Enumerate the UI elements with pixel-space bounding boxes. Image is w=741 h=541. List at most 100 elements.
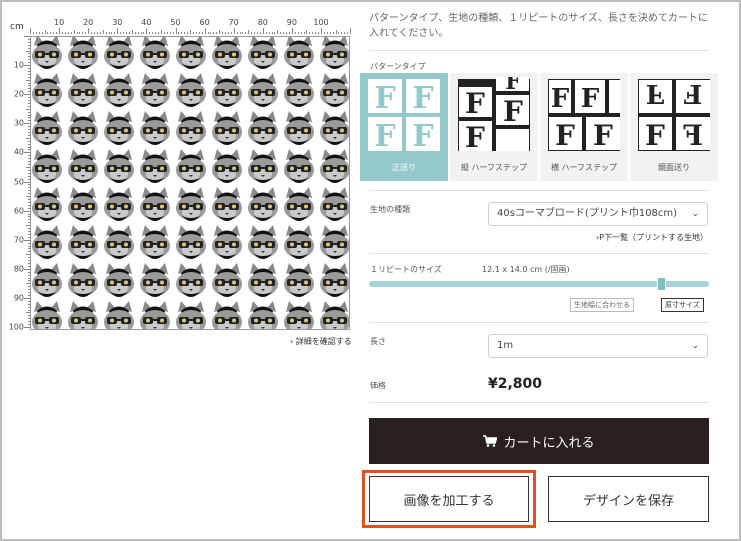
ruler-top-tick xyxy=(291,28,293,34)
ruler-top-label: 50 xyxy=(170,18,181,27)
ruler-top-tick xyxy=(277,30,279,34)
ruler-top-tick xyxy=(344,32,346,34)
cat-pattern-tile xyxy=(281,262,317,300)
svg-text:F: F xyxy=(374,119,395,153)
cat-pattern-tile xyxy=(317,186,350,224)
save-design-button[interactable]: デザインを保存 xyxy=(548,476,709,522)
repeat-size-value: 12.1 x 14.0 cm (/固画) xyxy=(482,265,570,274)
cat-pattern-tile xyxy=(245,224,281,262)
ruler-top-tick xyxy=(131,30,133,34)
cat-pattern-tile xyxy=(101,224,137,262)
ruler-top-tick xyxy=(204,28,206,34)
cat-pattern-tile xyxy=(281,72,317,110)
ruler-top-tick xyxy=(88,28,90,34)
pattern-option-label: 正送り xyxy=(392,163,416,172)
ruler-top-tick xyxy=(222,32,224,34)
ruler-top-tick xyxy=(297,32,299,34)
divider xyxy=(369,190,709,191)
cat-pattern-tile xyxy=(65,224,101,262)
cat-pattern-tile xyxy=(209,186,245,224)
cat-pattern-tile xyxy=(245,72,281,110)
add-to-cart-label: カートに入れる xyxy=(503,435,595,451)
cat-pattern-tile xyxy=(30,110,65,148)
ruler-top-tick xyxy=(79,32,81,34)
fabric-label: 生地の種類 xyxy=(370,205,410,214)
pattern-preview[interactable] xyxy=(30,36,350,330)
ruler-top-tick xyxy=(44,30,46,34)
ruler-top-tick xyxy=(53,32,55,34)
cat-pattern-tile xyxy=(209,110,245,148)
ruler-top-tick xyxy=(160,30,162,34)
cat-pattern-tile xyxy=(245,262,281,300)
ruler-top-tick xyxy=(326,32,328,34)
ruler-unit: cm xyxy=(10,22,24,32)
ruler-top-label: 30 xyxy=(112,18,123,27)
fabric-list-link[interactable]: ›P下一覧（プリントする生地） xyxy=(596,232,708,243)
pattern-option-vertical-half[interactable]: F F F F 縦 ハーフステップ xyxy=(450,73,538,181)
vertical-half-step-icon: F F F F xyxy=(458,77,530,153)
length-label: 長さ xyxy=(370,337,386,346)
cat-pattern-tile xyxy=(65,110,101,148)
ruler-top-tick xyxy=(181,32,183,34)
ruler-top-tick xyxy=(210,32,212,34)
fit-to-width-button[interactable]: 生地幅に合わせる xyxy=(570,298,634,312)
ruler-left-label: 100 xyxy=(8,322,24,332)
svg-text:F: F xyxy=(581,84,600,114)
highlight-box xyxy=(362,470,536,528)
repeat-size-slider-handle[interactable] xyxy=(657,277,667,291)
length-select[interactable]: 1m ⌄ xyxy=(488,334,708,358)
ruler-top-tick xyxy=(152,32,154,34)
ruler-top-tick xyxy=(224,32,226,34)
cat-pattern-tile xyxy=(65,300,101,330)
ruler-top-tick xyxy=(67,32,69,34)
ruler-left-label: 40 xyxy=(13,147,24,157)
ruler-top-tick xyxy=(286,32,288,34)
ruler-top-tick xyxy=(283,32,285,34)
ruler-top-tick xyxy=(318,32,320,34)
fabric-select[interactable]: 40sコーマブロード(プリント巾108cm) ⌄ xyxy=(488,202,708,226)
ruler-top-label: 90 xyxy=(286,18,297,27)
original-size-button[interactable]: 原寸サイズ xyxy=(661,298,704,312)
ruler-top-tick xyxy=(120,32,122,34)
horizontal-half-step-icon: F F F F xyxy=(548,79,621,152)
cat-pattern-tile xyxy=(30,148,65,186)
cat-pattern-tile xyxy=(209,148,245,186)
ruler-top-tick xyxy=(73,30,75,34)
ruler-top-tick xyxy=(149,32,151,34)
divider xyxy=(369,50,709,51)
ruler-left-label: 50 xyxy=(13,177,24,186)
svg-text:F: F xyxy=(505,77,521,95)
ruler-top-tick xyxy=(91,32,93,34)
pattern-option-horizontal-half[interactable]: F F F F 横 ハーフステップ xyxy=(540,73,628,181)
cat-pattern-tile xyxy=(137,148,173,186)
ruler-top-tick xyxy=(158,32,160,34)
straight-repeat-icon: F F F F xyxy=(368,79,440,153)
ruler-top-tick xyxy=(102,30,104,34)
cat-pattern-tile xyxy=(317,300,350,330)
ruler-top-tick xyxy=(315,32,317,34)
svg-text:F: F xyxy=(683,78,702,108)
ruler-left-label: 60 xyxy=(13,206,24,216)
ruler-left: 10 20 30 40 50 60 70 80 90 100 xyxy=(6,36,30,336)
add-to-cart-button[interactable]: カートに入れる xyxy=(369,418,709,464)
pattern-option-straight[interactable]: F F F F 正送り xyxy=(360,73,448,181)
cat-pattern-tile xyxy=(137,72,173,110)
svg-text:F: F xyxy=(503,95,523,128)
details-link[interactable]: › 詳細を確認する xyxy=(290,336,352,347)
ruler-top-tick xyxy=(85,32,87,34)
ruler-top-tick xyxy=(347,32,349,34)
ruler-top-tick xyxy=(146,28,148,34)
ruler-top-tick xyxy=(50,32,52,34)
cat-pattern-tile xyxy=(317,72,350,110)
pattern-option-mirror[interactable]: F F F F 鏡面送り xyxy=(630,73,718,181)
svg-text:F: F xyxy=(551,84,570,114)
ruler-top-tick xyxy=(62,32,63,34)
cat-pattern-tile xyxy=(317,148,350,186)
cat-pattern-tile xyxy=(137,186,173,224)
price-value: ¥2,800 xyxy=(488,376,543,392)
cat-pattern-tile xyxy=(245,110,281,148)
ruler-top-tick xyxy=(323,32,325,34)
ruler-top-tick xyxy=(143,32,145,34)
cat-pattern-tile xyxy=(281,110,317,148)
ruler-top-label: 80 xyxy=(257,18,268,27)
